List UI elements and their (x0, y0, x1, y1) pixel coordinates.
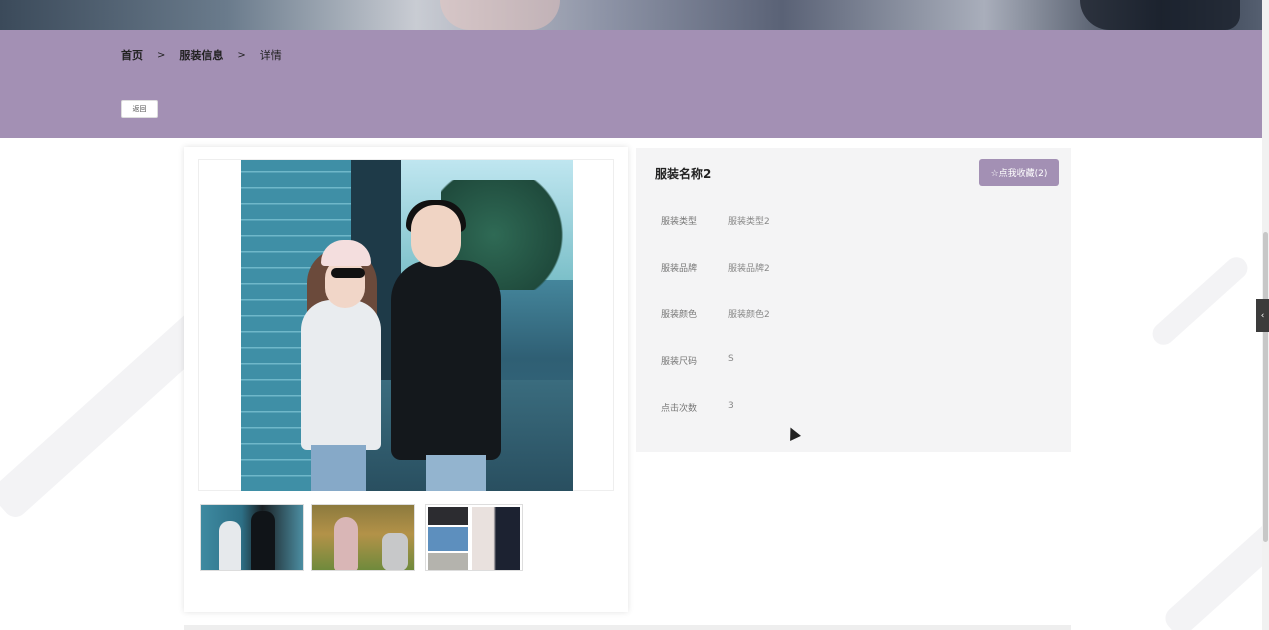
thumbnail-strip (200, 504, 523, 571)
breadcrumb-separator: > (237, 49, 246, 61)
detail-value: S (728, 354, 734, 364)
thumbnail-image[interactable] (425, 504, 523, 571)
detail-label: 服装类型 (661, 217, 698, 227)
thumbnail-image[interactable] (200, 504, 304, 571)
breadcrumb-separator: > (157, 49, 166, 61)
banner-decoration (440, 0, 560, 30)
thumb-collage-cell (428, 527, 468, 551)
thumb-collage-cell (428, 507, 468, 525)
page-header: 首页 > 服装信息 > 详情 返回 (0, 30, 1262, 138)
favorite-button[interactable]: ☆点我收藏(2) (979, 159, 1059, 186)
detail-value: 3 (728, 401, 734, 411)
thumb-collage-cell (428, 553, 468, 570)
detail-row-brand: 服装品牌 服装品牌2 (661, 261, 770, 274)
breadcrumb-home-link[interactable]: 首页 (121, 47, 143, 63)
detail-label: 服装品牌 (661, 264, 698, 274)
bottom-divider (184, 625, 1071, 630)
image-figure (311, 445, 366, 491)
detail-label: 服装尺码 (661, 357, 698, 367)
back-button[interactable]: 返回 (121, 100, 158, 118)
product-title: 服装名称2 (655, 167, 712, 181)
detail-value: 服装类型2 (728, 217, 770, 227)
breadcrumb: 首页 > 服装信息 > 详情 (121, 47, 282, 63)
detail-row-clicks: 点击次数 3 (661, 401, 734, 414)
detail-row-color: 服装颜色 服装颜色2 (661, 307, 770, 320)
main-image-frame (198, 159, 614, 491)
product-image-card (184, 147, 628, 612)
product-detail-panel: 服装名称2 ☆点我收藏(2) 服装类型 服装类型2 服装品牌 服装品牌2 服装颜… (636, 148, 1071, 452)
image-figure (426, 455, 486, 491)
main-product-image[interactable] (241, 160, 573, 491)
image-figure (411, 205, 461, 267)
detail-row-size: 服装尺码 S (661, 354, 734, 367)
thumb-figure (334, 517, 358, 570)
image-figure (391, 260, 501, 460)
thumb-figure (382, 533, 408, 570)
detail-row-type: 服装类型 服装类型2 (661, 214, 770, 227)
image-figure (301, 300, 381, 450)
thumb-figure (251, 511, 275, 570)
thumb-figure (219, 521, 241, 570)
thumb-collage-cell (472, 507, 520, 570)
scrollbar-thumb[interactable] (1263, 232, 1268, 542)
banner-decoration (1080, 0, 1240, 30)
thumbnail-image[interactable] (311, 504, 415, 571)
detail-label: 点击次数 (661, 404, 698, 414)
detail-label: 服装颜色 (661, 310, 698, 320)
detail-value: 服装品牌2 (728, 264, 770, 274)
background-stripe (1148, 252, 1252, 350)
top-banner-image (0, 0, 1262, 30)
breadcrumb-category-link[interactable]: 服装信息 (179, 47, 223, 63)
image-figure (331, 268, 365, 278)
breadcrumb-current: 详情 (259, 49, 282, 62)
chevron-left-icon[interactable]: ‹ (1256, 299, 1269, 332)
background-stripe (1160, 510, 1269, 630)
detail-value: 服装颜色2 (728, 310, 770, 320)
